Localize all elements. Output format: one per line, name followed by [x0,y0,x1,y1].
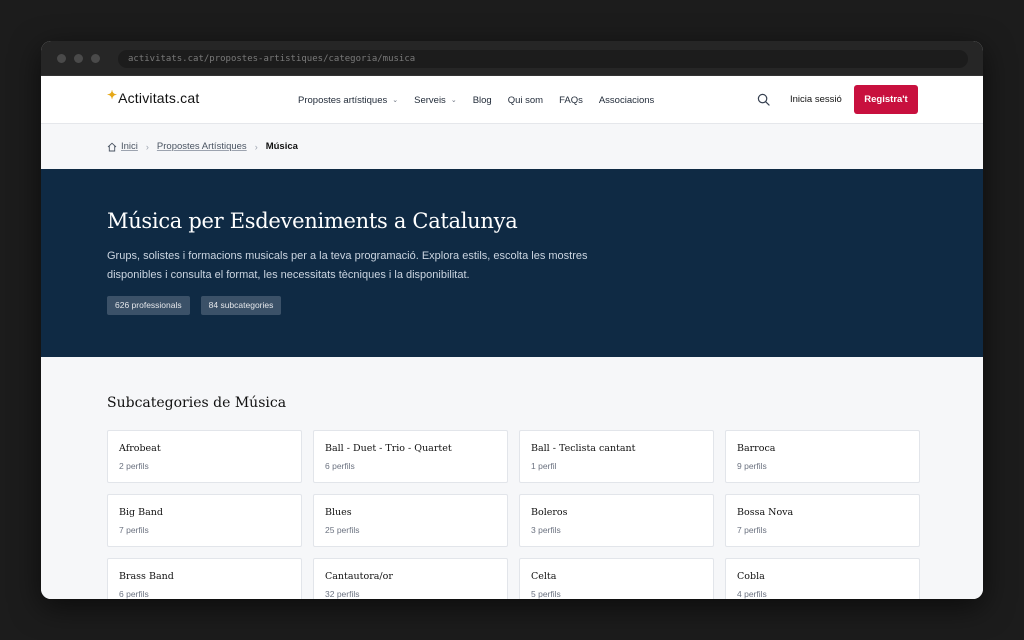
breadcrumb-current: Música [265,141,298,152]
address-bar[interactable]: activitats.cat/propostes-artistiques/cat… [118,50,968,68]
subcategory-name: Cobla [737,571,765,582]
subcategory-name: Cantautora/or [325,571,393,582]
menu-item-serveis[interactable]: Serveis ⌄ [414,95,457,106]
menu-item-label: Serveis [414,94,446,106]
subcategory-count: 6 perfils [119,589,149,599]
subcategory-name: Big Band [119,507,163,518]
logo-text: Activitats.cat [118,90,200,106]
chevron-down-icon: ⌄ [392,97,399,104]
subcategory-card[interactable]: Big Band 7 perfils [107,494,302,547]
subcategory-name: Celta [531,571,557,582]
browser-chrome: activitats.cat/propostes-artistiques/cat… [41,41,983,76]
page-description: Grups, solistes i formacions musicals pe… [107,250,588,281]
window-minimize-dot[interactable] [74,54,83,63]
subcategory-card[interactable]: Cobla 4 perfils [725,558,920,599]
professionals-badge: 626 professionals [107,296,190,315]
hero-badges: 626 professionals 84 subcategories [107,296,292,315]
subcategory-card[interactable]: Afrobeat 2 perfils [107,430,302,483]
subcategory-count: 5 perfils [531,589,561,599]
subcategory-count: 1 perfil [531,461,557,471]
section-title: Subcategories de Música [107,395,287,411]
subcategory-name: Ball - Duet - Trio - Quartet [325,443,452,454]
subcategory-count: 9 perfils [737,461,767,471]
window-maximize-dot[interactable] [91,54,100,63]
menu-item-label: Associacions [598,94,655,106]
breadcrumb-home[interactable]: Inici [107,141,138,152]
subcategories-section: Subcategories de Música Afrobeat 2 perfil… [41,357,983,599]
subcategory-card[interactable]: Brass Band 6 perfils [107,558,302,599]
menu-item-label: FAQs [559,94,583,106]
subcategory-name: Bossa Nova [737,507,794,518]
site-header: ✦ Activitats.cat Propostes artístiques ⌄… [41,76,983,124]
subcategories-badge: 84 subcategories [200,296,282,315]
subcategory-card[interactable]: Cantautora/or 32 perfils [313,558,508,599]
breadcrumb-home-label: Inici [121,141,138,152]
subcategory-count: 25 perfils [325,525,360,535]
menu-item-qui-som[interactable]: Qui som [508,95,543,106]
home-icon [107,142,117,151]
breadcrumb: Inici › Propostes Artístiques › Música [41,124,983,169]
subcategory-name: Barroca [737,443,776,454]
menu-item-blog[interactable]: Blog [473,95,492,106]
subcategory-name: Ball - Teclista cantant [531,443,636,454]
subcategory-count: 7 perfils [119,525,149,535]
menu-item-label: Blog [472,94,492,106]
subcategory-name: Blues [325,507,352,518]
subcategory-count: 32 perfils [325,589,360,599]
main-menu: Propostes artístiques ⌄ Serveis ⌄ Blog Q… [298,76,670,124]
subcategory-card[interactable]: Barroca 9 perfils [725,430,920,483]
chevron-right-icon: › [145,141,149,152]
subcategory-card[interactable]: Ball - Duet - Trio - Quartet 6 perfils [313,430,508,483]
window-close-dot[interactable] [57,54,66,63]
hero-banner: Música per Esdeveniments a Catalunya Gru… [41,169,983,357]
subcategory-count: 3 perfils [531,525,561,535]
subcategory-card[interactable]: Blues 25 perfils [313,494,508,547]
subcategory-grid: Afrobeat 2 perfils Ball - Duet - Trio - Qu… [107,430,920,599]
chevron-right-icon: › [254,141,258,152]
menu-item-label: Qui som [507,94,544,106]
site-logo[interactable]: ✦ Activitats.cat [107,88,200,106]
login-link[interactable]: Inicia sessió [790,94,842,105]
page-title: Música per Esdeveniments a Catalunya [107,209,518,233]
search-icon[interactable] [757,93,770,106]
subcategory-count: 6 perfils [325,461,355,471]
star-logo-icon: ✦ [107,88,118,102]
subcategory-name: Afrobeat [119,443,161,454]
subcategory-card[interactable]: Bossa Nova 7 perfils [725,494,920,547]
subcategory-card[interactable]: Celta 5 perfils [519,558,714,599]
subcategory-count: 2 perfils [119,461,149,471]
subcategory-count: 4 perfils [737,589,767,599]
menu-item-faqs[interactable]: FAQs [559,95,583,106]
subcategory-card[interactable]: Ball - Teclista cantant 1 perfil [519,430,714,483]
subcategory-count: 7 perfils [737,525,767,535]
menu-item-associacions[interactable]: Associacions [599,95,654,106]
browser-window: activitats.cat/propostes-artistiques/cat… [41,41,983,599]
menu-item-label: Propostes artístiques [298,94,388,106]
subcategory-card[interactable]: Boleros 3 perfils [519,494,714,547]
subcategory-name: Brass Band [119,571,174,582]
subcategory-name: Boleros [531,507,568,518]
menu-item-propostes[interactable]: Propostes artístiques ⌄ [298,95,398,106]
breadcrumb-parent[interactable]: Propostes Artístiques [157,141,247,152]
chevron-down-icon: ⌄ [450,97,457,104]
register-button[interactable]: Registra't [854,85,918,114]
